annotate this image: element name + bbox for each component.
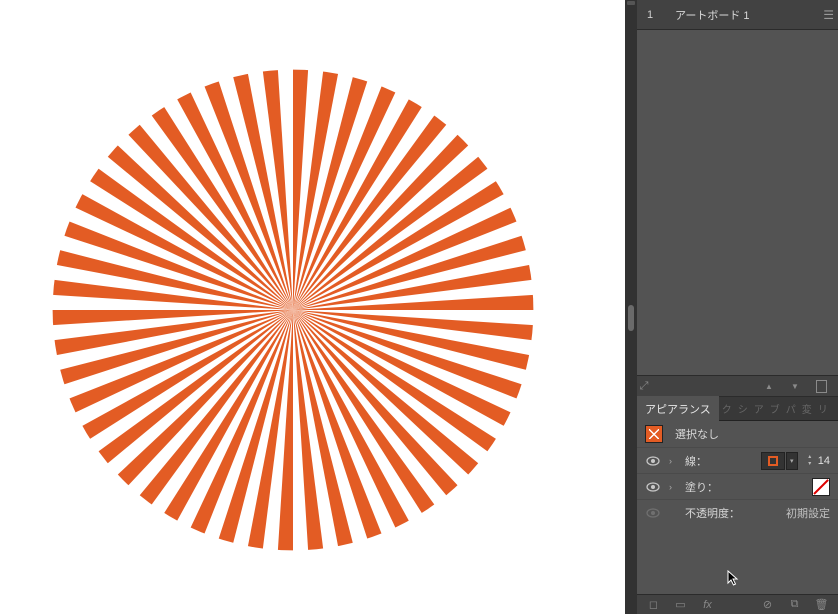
stroke-label: 線： — [685, 453, 707, 469]
artboards-panel-body — [637, 30, 838, 375]
chevron-right-icon[interactable]: › — [669, 456, 677, 466]
stroke-weight-stepper[interactable]: ▴▾ — [804, 452, 816, 470]
fill-row[interactable]: › 塗り： — [637, 473, 838, 499]
artboard-name: アートボード 1 — [675, 7, 750, 23]
clear-icon[interactable]: ⊘ — [761, 598, 774, 611]
tab-mini-7[interactable]: リ — [815, 401, 831, 416]
tab-mini-6[interactable]: 変 — [799, 401, 815, 416]
stroke-row[interactable]: › 線： ▾ ▴▾ 14 — [637, 447, 838, 473]
stroke-color-swatch[interactable] — [761, 452, 785, 470]
visibility-toggle-fill[interactable] — [645, 479, 661, 495]
artboard-row[interactable]: 1 アートボード 1 ☰ — [637, 0, 838, 30]
add-fill-icon[interactable]: fx — [701, 598, 714, 611]
opacity-label: 不透明度： — [685, 505, 740, 521]
canvas[interactable] — [0, 0, 625, 614]
fill-label: 塗り： — [685, 479, 718, 495]
opacity-value[interactable]: 初期設定 — [786, 505, 830, 521]
chevron-right-icon[interactable]: › — [669, 482, 677, 492]
visibility-toggle-stroke[interactable] — [645, 453, 661, 469]
delete-icon[interactable]: 🗑 — [815, 598, 828, 611]
tab-mini-3[interactable]: ア — [751, 401, 767, 416]
selection-thumbnail — [645, 425, 663, 443]
artboard-index: 1 — [647, 9, 675, 21]
opacity-row[interactable]: › 不透明度： 初期設定 — [637, 499, 838, 525]
fill-color-swatch[interactable] — [812, 478, 830, 496]
panel-tabs: アピアランス ク シ ア ブ パ 変 リ — [637, 397, 838, 421]
artboards-panel-footer — [637, 375, 838, 397]
canvas-scrollbar[interactable] — [625, 0, 637, 614]
artboard-options-icon[interactable]: ☰ — [823, 8, 834, 22]
scroll-thumb[interactable] — [628, 305, 634, 331]
sunburst-object[interactable] — [43, 55, 543, 565]
add-stroke-icon[interactable]: ▭ — [674, 598, 687, 611]
tab-appearance[interactable]: アピアランス — [637, 396, 719, 421]
rearrange-icon[interactable] — [637, 379, 651, 393]
tab-mini-1[interactable]: ク — [719, 401, 735, 416]
appearance-footer: ◻ ▭ fx ⊘ ⧉ 🗑 — [637, 594, 838, 614]
visibility-toggle-opacity[interactable] — [645, 505, 661, 521]
tab-mini-2[interactable]: シ — [735, 401, 751, 416]
stroke-weight-value[interactable]: 14 — [818, 455, 830, 467]
move-up-icon[interactable] — [762, 379, 776, 393]
panel-column: 1 アートボード 1 ☰ アピアランス ク シ ア ブ パ 変 リ 選択なし ›… — [637, 0, 838, 614]
duplicate-icon[interactable]: ⧉ — [788, 598, 801, 611]
selection-label: 選択なし — [675, 426, 719, 442]
new-artboard-icon[interactable] — [814, 379, 828, 393]
move-down-icon[interactable] — [788, 379, 802, 393]
new-art-icon[interactable]: ◻ — [647, 598, 660, 611]
stroke-color-dropdown[interactable]: ▾ — [786, 452, 798, 470]
tab-mini-5[interactable]: パ — [783, 401, 799, 416]
appearance-selection-row: 選択なし — [637, 421, 838, 447]
appearance-panel: 選択なし › 線： ▾ ▴▾ 14 › 塗り： — [637, 421, 838, 614]
tab-mini-4[interactable]: ブ — [767, 401, 783, 416]
